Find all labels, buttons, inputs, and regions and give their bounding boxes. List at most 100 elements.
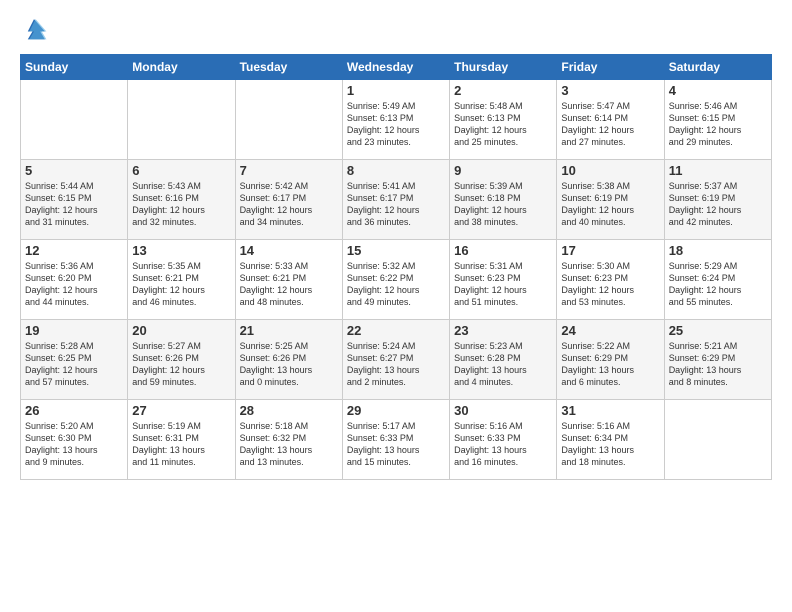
- calendar-table: SundayMondayTuesdayWednesdayThursdayFrid…: [20, 54, 772, 480]
- day-cell: 1Sunrise: 5:49 AM Sunset: 6:13 PM Daylig…: [342, 80, 449, 160]
- day-info: Sunrise: 5:39 AM Sunset: 6:18 PM Dayligh…: [454, 180, 552, 229]
- day-number: 25: [669, 323, 767, 338]
- day-cell: 17Sunrise: 5:30 AM Sunset: 6:23 PM Dayli…: [557, 240, 664, 320]
- day-number: 16: [454, 243, 552, 258]
- day-info: Sunrise: 5:42 AM Sunset: 6:17 PM Dayligh…: [240, 180, 338, 229]
- col-header-wednesday: Wednesday: [342, 55, 449, 80]
- day-cell: 11Sunrise: 5:37 AM Sunset: 6:19 PM Dayli…: [664, 160, 771, 240]
- day-cell: 9 Sunrise: 5:39 AM Sunset: 6:18 PM Daylig…: [450, 160, 557, 240]
- day-number: 21: [240, 323, 338, 338]
- day-cell: 14 Sunrise: 5:33 AM Sunset: 6:21 PM Dayli…: [235, 240, 342, 320]
- day-cell: 21 Sunrise: 5:25 AM Sunset: 6:26 PM Dayli…: [235, 320, 342, 400]
- day-info: Sunrise: 5:41 AM Sunset: 6:17 PM Dayligh…: [347, 180, 445, 229]
- day-number: 30: [454, 403, 552, 418]
- day-cell: 26 Sunrise: 5:20 AM Sunset: 6:30 PM Dayli…: [21, 400, 128, 480]
- day-number: 28: [240, 403, 338, 418]
- day-info: Sunrise: 5:37 AM Sunset: 6:19 PM Dayligh…: [669, 180, 767, 229]
- day-cell: 19 Sunrise: 5:28 AM Sunset: 6:25 PM Dayli…: [21, 320, 128, 400]
- day-info: Sunrise: 5:27 AM Sunset: 6:26 PM Dayligh…: [132, 340, 230, 389]
- day-number: 22: [347, 323, 445, 338]
- header: [20, 16, 772, 44]
- day-info: Sunrise: 5:29 AM Sunset: 6:24 PM Dayligh…: [669, 260, 767, 309]
- week-row-3: 12 Sunrise: 5:36 AM Sunset: 6:20 PM Dayli…: [21, 240, 772, 320]
- day-number: 6: [132, 163, 230, 178]
- day-cell: 20 Sunrise: 5:27 AM Sunset: 6:26 PM Dayli…: [128, 320, 235, 400]
- day-info: Sunrise: 5:17 AM Sunset: 6:33 PM Dayligh…: [347, 420, 445, 469]
- logo: [20, 16, 52, 44]
- day-number: 29: [347, 403, 445, 418]
- col-header-tuesday: Tuesday: [235, 55, 342, 80]
- day-cell: 6 Sunrise: 5:43 AM Sunset: 6:16 PM Daylig…: [128, 160, 235, 240]
- day-cell: 5 Sunrise: 5:44 AM Sunset: 6:15 PM Daylig…: [21, 160, 128, 240]
- day-info: Sunrise: 5:35 AM Sunset: 6:21 PM Dayligh…: [132, 260, 230, 309]
- day-info: Sunrise: 5:36 AM Sunset: 6:20 PM Dayligh…: [25, 260, 123, 309]
- day-cell: 10 Sunrise: 5:38 AM Sunset: 6:19 PM Dayli…: [557, 160, 664, 240]
- day-cell: 7Sunrise: 5:42 AM Sunset: 6:17 PM Daylig…: [235, 160, 342, 240]
- day-cell: 30 Sunrise: 5:16 AM Sunset: 6:33 PM Dayli…: [450, 400, 557, 480]
- day-info: Sunrise: 5:22 AM Sunset: 6:29 PM Dayligh…: [561, 340, 659, 389]
- col-header-saturday: Saturday: [664, 55, 771, 80]
- day-info: Sunrise: 5:16 AM Sunset: 6:33 PM Dayligh…: [454, 420, 552, 469]
- day-number: 9: [454, 163, 552, 178]
- week-row-1: 1Sunrise: 5:49 AM Sunset: 6:13 PM Daylig…: [21, 80, 772, 160]
- day-info: Sunrise: 5:23 AM Sunset: 6:28 PM Dayligh…: [454, 340, 552, 389]
- day-cell: [128, 80, 235, 160]
- day-cell: 22 Sunrise: 5:24 AM Sunset: 6:27 PM Dayli…: [342, 320, 449, 400]
- day-number: 20: [132, 323, 230, 338]
- day-number: 19: [25, 323, 123, 338]
- day-info: Sunrise: 5:20 AM Sunset: 6:30 PM Dayligh…: [25, 420, 123, 469]
- logo-icon: [20, 16, 48, 44]
- day-cell: 24 Sunrise: 5:22 AM Sunset: 6:29 PM Dayli…: [557, 320, 664, 400]
- day-number: 8: [347, 163, 445, 178]
- day-cell: 4Sunrise: 5:46 AM Sunset: 6:15 PM Daylig…: [664, 80, 771, 160]
- day-info: Sunrise: 5:32 AM Sunset: 6:22 PM Dayligh…: [347, 260, 445, 309]
- page: SundayMondayTuesdayWednesdayThursdayFrid…: [0, 0, 792, 612]
- day-info: Sunrise: 5:38 AM Sunset: 6:19 PM Dayligh…: [561, 180, 659, 229]
- day-cell: 3 Sunrise: 5:47 AM Sunset: 6:14 PM Daylig…: [557, 80, 664, 160]
- header-row: SundayMondayTuesdayWednesdayThursdayFrid…: [21, 55, 772, 80]
- day-info: Sunrise: 5:31 AM Sunset: 6:23 PM Dayligh…: [454, 260, 552, 309]
- day-info: Sunrise: 5:48 AM Sunset: 6:13 PM Dayligh…: [454, 100, 552, 149]
- day-info: Sunrise: 5:43 AM Sunset: 6:16 PM Dayligh…: [132, 180, 230, 229]
- day-number: 14: [240, 243, 338, 258]
- day-cell: 29 Sunrise: 5:17 AM Sunset: 6:33 PM Dayli…: [342, 400, 449, 480]
- day-number: 27: [132, 403, 230, 418]
- day-cell: 23 Sunrise: 5:23 AM Sunset: 6:28 PM Dayli…: [450, 320, 557, 400]
- day-number: 3: [561, 83, 659, 98]
- day-info: Sunrise: 5:33 AM Sunset: 6:21 PM Dayligh…: [240, 260, 338, 309]
- day-cell: 16 Sunrise: 5:31 AM Sunset: 6:23 PM Dayli…: [450, 240, 557, 320]
- day-cell: 8 Sunrise: 5:41 AM Sunset: 6:17 PM Daylig…: [342, 160, 449, 240]
- week-row-4: 19 Sunrise: 5:28 AM Sunset: 6:25 PM Dayli…: [21, 320, 772, 400]
- day-number: 31: [561, 403, 659, 418]
- day-info: Sunrise: 5:47 AM Sunset: 6:14 PM Dayligh…: [561, 100, 659, 149]
- day-info: Sunrise: 5:21 AM Sunset: 6:29 PM Dayligh…: [669, 340, 767, 389]
- day-number: 15: [347, 243, 445, 258]
- day-cell: 15 Sunrise: 5:32 AM Sunset: 6:22 PM Dayli…: [342, 240, 449, 320]
- col-header-friday: Friday: [557, 55, 664, 80]
- day-number: 10: [561, 163, 659, 178]
- day-number: 13: [132, 243, 230, 258]
- day-cell: 31Sunrise: 5:16 AM Sunset: 6:34 PM Dayli…: [557, 400, 664, 480]
- day-number: 18: [669, 243, 767, 258]
- col-header-thursday: Thursday: [450, 55, 557, 80]
- day-cell: 25 Sunrise: 5:21 AM Sunset: 6:29 PM Dayli…: [664, 320, 771, 400]
- day-number: 2: [454, 83, 552, 98]
- day-number: 5: [25, 163, 123, 178]
- day-number: 23: [454, 323, 552, 338]
- day-cell: 27Sunrise: 5:19 AM Sunset: 6:31 PM Dayli…: [128, 400, 235, 480]
- day-number: 24: [561, 323, 659, 338]
- day-cell: 28Sunrise: 5:18 AM Sunset: 6:32 PM Dayli…: [235, 400, 342, 480]
- day-info: Sunrise: 5:49 AM Sunset: 6:13 PM Dayligh…: [347, 100, 445, 149]
- day-info: Sunrise: 5:28 AM Sunset: 6:25 PM Dayligh…: [25, 340, 123, 389]
- day-number: 26: [25, 403, 123, 418]
- week-row-5: 26 Sunrise: 5:20 AM Sunset: 6:30 PM Dayli…: [21, 400, 772, 480]
- day-info: Sunrise: 5:30 AM Sunset: 6:23 PM Dayligh…: [561, 260, 659, 309]
- day-cell: 12 Sunrise: 5:36 AM Sunset: 6:20 PM Dayli…: [21, 240, 128, 320]
- day-number: 12: [25, 243, 123, 258]
- day-info: Sunrise: 5:44 AM Sunset: 6:15 PM Dayligh…: [25, 180, 123, 229]
- day-info: Sunrise: 5:24 AM Sunset: 6:27 PM Dayligh…: [347, 340, 445, 389]
- day-info: Sunrise: 5:25 AM Sunset: 6:26 PM Dayligh…: [240, 340, 338, 389]
- day-number: 4: [669, 83, 767, 98]
- day-cell: 13 Sunrise: 5:35 AM Sunset: 6:21 PM Dayli…: [128, 240, 235, 320]
- week-row-2: 5 Sunrise: 5:44 AM Sunset: 6:15 PM Daylig…: [21, 160, 772, 240]
